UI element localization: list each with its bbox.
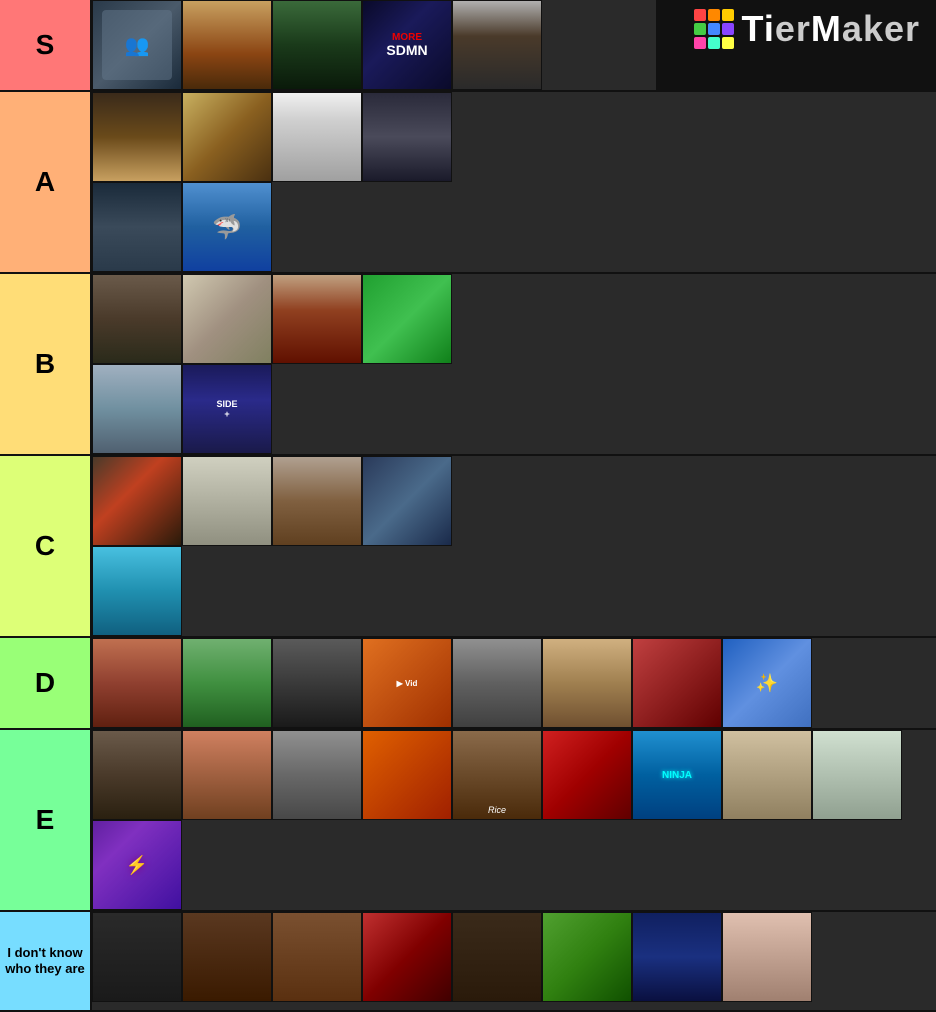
tier-row-unknown: I don't know who they are [0,912,936,1012]
logo-dot [708,9,720,21]
tier-row-c: C [0,456,936,638]
list-item [362,912,452,1002]
list-item [452,912,542,1002]
list-item [92,456,182,546]
list-item [92,364,182,454]
list-item: ▶ Vid [362,638,452,728]
tier-label-a: A [0,92,90,272]
logo-dot [694,23,706,35]
logo-dot [722,37,734,49]
logo-dot [694,37,706,49]
list-item [182,0,272,90]
list-item [632,912,722,1002]
list-item [632,638,722,728]
list-item [542,638,632,728]
logo-text: TierMaker [742,8,920,50]
tier-label-unknown: I don't know who they are [0,912,90,1010]
logo-dot [722,23,734,35]
list-item: 🦈 [182,182,272,272]
tier-label-c: C [0,456,90,636]
tier-label-b: B [0,274,90,454]
empty-space [514,456,936,636]
tier-label-d: D [0,638,90,728]
tier-label-s: S [0,0,90,90]
tier-items-e: Rice NINJA ⚡ [90,730,936,910]
list-item [182,274,272,364]
list-item: ✨ [722,638,812,728]
list-item [272,0,362,90]
tier-list: S 👥 MORESDMN [0,0,936,1012]
list-item [92,546,182,636]
tier-items-unknown [90,912,936,1010]
list-item [542,912,632,1002]
empty-space [514,92,936,272]
list-item [722,912,812,1002]
list-item [182,456,272,546]
list-item: SIDE+ [182,364,272,454]
list-item [452,0,542,90]
empty-space [514,274,936,454]
tier-row-a: A 🦈 [0,92,936,274]
tier-row-e: E Rice NINJA [0,730,936,912]
list-item [272,274,362,364]
logo-grid [694,9,734,49]
list-item [182,912,272,1002]
list-item [362,456,452,546]
list-item [92,638,182,728]
logo-dot [694,9,706,21]
list-item: 👥 [92,0,182,90]
tiermaker-logo: TierMaker [694,8,920,50]
list-item [362,92,452,182]
tier-row-b: B SIDE+ [0,274,936,456]
list-item: ⚡ [92,820,182,910]
list-item [272,92,362,182]
list-item [92,92,182,182]
list-item: MORESDMN [362,0,452,90]
list-item [92,182,182,272]
tier-row-d: D ▶ Vid [0,638,936,730]
list-item [272,638,362,728]
tier-items-d: ▶ Vid ✨ [90,638,936,728]
tier-items-b: SIDE+ [90,274,514,454]
logo-dot [708,23,720,35]
tier-label-e: E [0,730,90,910]
list-item [182,92,272,182]
list-item [182,638,272,728]
list-item [272,456,362,546]
tier-items-a: 🦈 [90,92,514,272]
list-item [92,912,182,1002]
tier-items-c [90,456,514,636]
list-item [452,638,542,728]
list-item [272,912,362,1002]
list-item [92,274,182,364]
logo-dot [722,9,734,21]
tier-items-s: 👥 MORESDMN [90,0,656,90]
logo-dot [708,37,720,49]
list-item [362,274,452,364]
